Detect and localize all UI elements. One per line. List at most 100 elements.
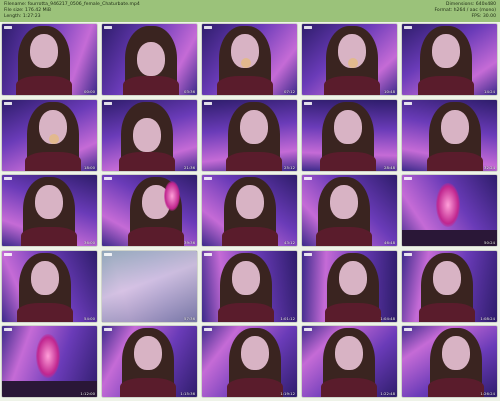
video-thumbnail[interactable]: 46:48 — [302, 175, 397, 246]
timestamp-label: 07:12 — [284, 89, 295, 94]
video-thumbnail[interactable]: 36:00 — [2, 175, 97, 246]
video-thumbnail[interactable]: 28:48 — [302, 99, 397, 171]
timestamp-label: 36:00 — [84, 240, 95, 245]
timestamp-label: 32:24 — [484, 164, 495, 170]
shirt-shape — [25, 151, 81, 171]
watermark-badge — [104, 26, 112, 29]
shirt-shape — [321, 378, 377, 397]
timestamp-label: 25:12 — [284, 164, 295, 170]
watermark-badge — [304, 252, 312, 256]
face-shape — [236, 185, 264, 219]
video-thumbnail[interactable]: 10:48 — [302, 24, 397, 95]
watermark-badge — [404, 26, 412, 29]
face-shape — [432, 34, 460, 68]
video-thumbnail[interactable]: 1:04:48 — [302, 250, 397, 322]
timestamp-label: 1:19:12 — [280, 391, 295, 396]
shirt-shape — [120, 378, 176, 397]
video-thumbnail[interactable]: 07:12 — [202, 24, 297, 95]
shirt-shape — [123, 76, 179, 95]
video-thumbnail[interactable]: 50:24 — [402, 175, 497, 246]
face-shape — [137, 42, 165, 76]
video-thumbnail[interactable]: 1:26:24 — [402, 326, 497, 397]
timestamp-label: 1:12:00 — [80, 391, 95, 396]
face-shape — [134, 336, 162, 370]
video-thumbnail[interactable]: 00:00 — [2, 24, 97, 95]
watermark-badge — [4, 328, 12, 331]
lamp-glow — [36, 334, 60, 378]
watermark-badge — [204, 26, 212, 29]
shirt-shape — [428, 378, 484, 397]
video-thumbnail[interactable]: 1:01:12 — [202, 250, 297, 322]
video-thumbnail[interactable]: 1:22:48 — [302, 326, 397, 397]
motion-blur — [102, 250, 197, 322]
shirt-shape — [217, 76, 273, 95]
face-shape — [442, 336, 470, 370]
timestamp-label: 54:00 — [84, 315, 95, 321]
watermark-badge — [204, 328, 212, 331]
video-thumbnail[interactable]: 1:12:00 — [2, 326, 97, 397]
timestamp-label: 21:36 — [184, 164, 195, 170]
video-thumbnail[interactable]: 43:12 — [202, 175, 297, 246]
face-shape — [35, 185, 63, 219]
video-thumbnail[interactable]: 57:36 — [102, 250, 197, 322]
timestamp-label: 43:12 — [284, 240, 295, 245]
hand-shape — [241, 58, 251, 68]
shirt-shape — [21, 227, 77, 246]
face-shape — [335, 336, 363, 370]
timestamp-label: 14:24 — [484, 89, 495, 94]
timestamp-label: 57:36 — [184, 315, 195, 321]
watermark-badge — [104, 252, 112, 256]
video-thumbnail[interactable]: 39:36 — [102, 175, 197, 246]
watermark-badge — [104, 328, 112, 331]
shirt-shape — [119, 151, 175, 171]
watermark-badge — [404, 328, 412, 331]
hand-shape — [49, 133, 59, 144]
timestamp-label: 1:01:12 — [280, 315, 295, 321]
video-thumbnail[interactable]: 1:15:36 — [102, 326, 197, 397]
video-thumbnail[interactable]: 14:24 — [402, 24, 497, 95]
shirt-shape — [419, 302, 475, 322]
watermark-badge — [4, 101, 12, 105]
file-info-right: Dimensions: 640x480 Format: h264 / aac (… — [434, 2, 496, 20]
face-shape — [433, 260, 461, 295]
watermark-badge — [104, 101, 112, 105]
face-shape — [330, 185, 358, 219]
timestamp-label: 03:36 — [184, 89, 195, 94]
shirt-shape — [128, 227, 184, 246]
watermark-badge — [204, 252, 212, 256]
video-thumbnail[interactable]: 1:19:12 — [202, 326, 297, 397]
face-shape — [441, 109, 469, 144]
video-thumbnail[interactable]: 54:00 — [2, 250, 97, 322]
shirt-shape — [325, 302, 381, 322]
info-header: Filename: fourrotta_946217_0506_female_C… — [0, 0, 500, 22]
thumbnail-grid: 00:00 03:36 07:12 10:48 14:24 18:00 21:36 25:12… — [2, 24, 498, 397]
shirt-shape — [316, 227, 372, 246]
video-thumbnail[interactable]: 25:12 — [202, 99, 297, 171]
lamp-glow — [436, 183, 460, 227]
timestamp-label: 46:48 — [384, 240, 395, 245]
timestamp-label: 10:48 — [384, 89, 395, 94]
video-thumbnail[interactable]: 21:36 — [102, 99, 197, 171]
lamp-glow — [164, 181, 180, 211]
watermark-badge — [304, 26, 312, 29]
face-shape — [232, 260, 260, 295]
video-thumbnail[interactable]: 03:36 — [102, 24, 197, 95]
shirt-shape — [222, 227, 278, 246]
video-thumbnail[interactable]: 18:00 — [2, 99, 97, 171]
watermark-badge — [404, 101, 412, 105]
face-shape — [241, 336, 269, 370]
shirt-shape — [324, 76, 380, 95]
face-shape — [31, 260, 59, 295]
video-thumbnail[interactable]: 1:08:24 — [402, 250, 497, 322]
video-thumbnail[interactable]: 32:24 — [402, 99, 497, 171]
watermark-badge — [4, 252, 12, 256]
watermark-badge — [104, 177, 112, 180]
face-shape — [133, 117, 161, 152]
shirt-shape — [17, 302, 73, 322]
watermark-badge — [304, 177, 312, 180]
hand-shape — [348, 58, 358, 68]
shirt-shape — [218, 302, 274, 322]
watermark-badge — [4, 177, 12, 180]
shirt-shape — [227, 378, 283, 397]
shirt-shape — [320, 151, 376, 171]
